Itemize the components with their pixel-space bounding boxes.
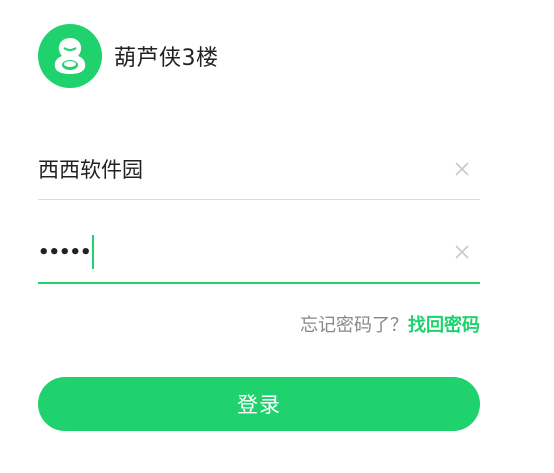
password-masked-text: ••••• xyxy=(38,241,92,263)
login-button[interactable]: 登录 xyxy=(38,377,480,431)
password-clear-button[interactable] xyxy=(450,240,474,264)
text-caret xyxy=(91,235,94,269)
app-title: 葫芦侠3楼 xyxy=(114,46,219,71)
password-field[interactable]: ••••• xyxy=(38,222,480,284)
recover-password-link[interactable]: 找回密码 xyxy=(408,311,480,337)
password-value[interactable]: ••••• xyxy=(38,235,450,269)
username-field[interactable]: 西西软件园 xyxy=(38,138,480,200)
gourd-logo-icon xyxy=(38,24,102,88)
username-clear-button[interactable] xyxy=(450,157,474,181)
username-value[interactable]: 西西软件园 xyxy=(38,154,450,184)
forgot-password-row: 忘记密码了？ 找回密码 xyxy=(300,310,480,338)
close-icon[interactable] xyxy=(454,244,470,260)
forgot-password-prompt: 忘记密码了？ xyxy=(300,315,408,336)
close-icon[interactable] xyxy=(454,161,470,177)
app-header: 葫芦侠3楼 xyxy=(38,24,219,88)
